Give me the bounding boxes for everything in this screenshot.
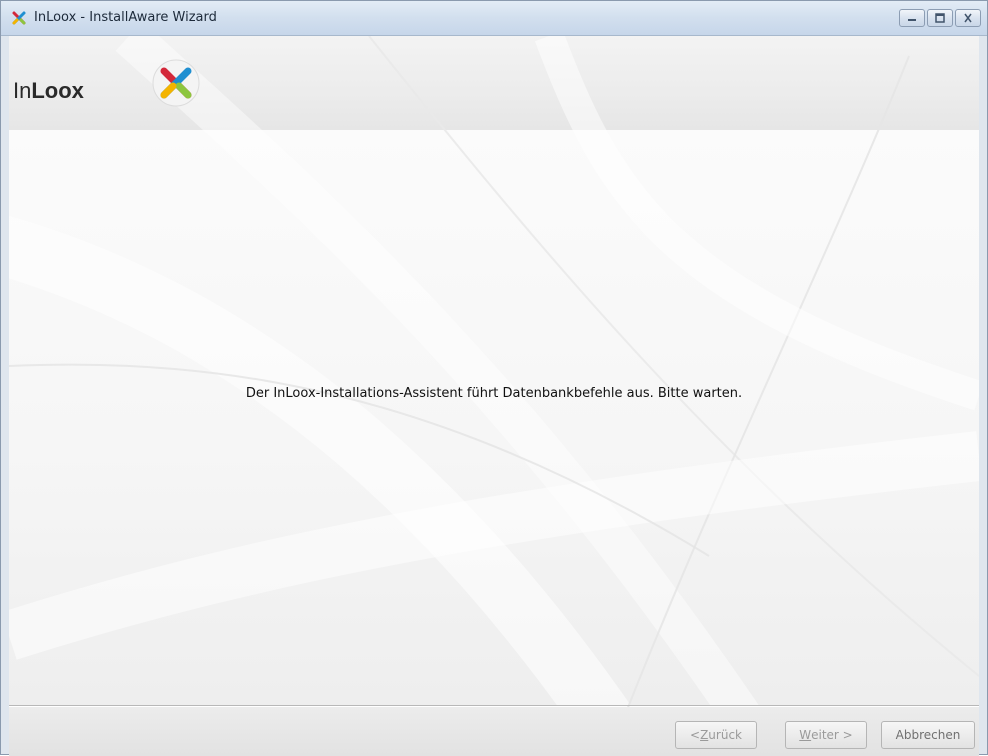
back-prefix: < <box>690 728 701 742</box>
content-panel <box>9 130 979 705</box>
back-label: urück <box>708 728 742 742</box>
next-accelerator: W <box>799 728 812 742</box>
title-bar[interactable]: InLoox - InstallAware Wizard <box>1 1 987 36</box>
status-message: Der InLoox-Installations-Assistent führt… <box>245 386 743 401</box>
next-button[interactable]: Weiter > <box>785 721 867 749</box>
close-button[interactable] <box>955 9 981 27</box>
maximize-icon <box>935 13 945 23</box>
back-button[interactable]: < Zurück <box>675 721 757 749</box>
minimize-button[interactable] <box>899 9 925 27</box>
wizard-client-area: InLoox Der InLoox-Installations-Assisten… <box>9 36 979 756</box>
close-icon <box>964 13 972 23</box>
installer-window: InLoox - InstallAware Wizard InLoox Der … <box>0 0 988 756</box>
wizard-footer: < Zurück Weiter > Abbrechen <box>9 707 979 756</box>
window-controls <box>899 9 981 29</box>
brand-light-text: In <box>13 78 32 103</box>
cancel-button[interactable]: Abbrechen <box>881 721 975 749</box>
brand-bold-text: Loox <box>31 78 84 103</box>
inloox-x-icon <box>12 11 26 25</box>
window-title: InLoox - InstallAware Wizard <box>34 10 217 25</box>
inloox-wordmark: InLoox <box>13 78 84 104</box>
inloox-logo-icon <box>152 59 200 107</box>
maximize-button[interactable] <box>927 9 953 27</box>
minimize-icon <box>908 19 916 21</box>
back-accelerator: Z <box>700 728 709 742</box>
next-label: eiter > <box>811 728 853 742</box>
